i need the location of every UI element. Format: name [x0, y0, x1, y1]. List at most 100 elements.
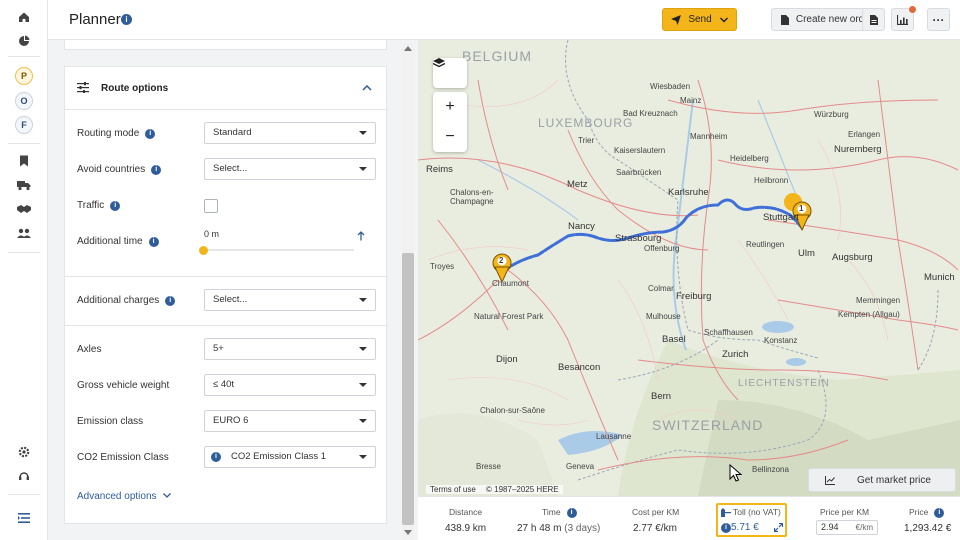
additional-time-slider-track[interactable]	[204, 249, 354, 251]
additional-time-slider-handle[interactable]	[199, 246, 208, 255]
get-market-price-label: Get market price	[857, 474, 931, 486]
additional-time-value: 0 m	[204, 229, 220, 239]
co2-class-select[interactable]: i CO2 Emission Class 1	[204, 446, 376, 468]
rail-item-o[interactable]: O	[15, 92, 33, 110]
place-label: Munich	[924, 272, 955, 283]
info-icon[interactable]: i	[148, 237, 159, 247]
info-icon[interactable]: i	[165, 296, 176, 306]
place-label: Troyes	[430, 262, 455, 271]
emission-class-label: Emission class	[77, 416, 144, 427]
place-label: Heidelberg	[730, 154, 769, 163]
place-label: Konstanz	[764, 336, 798, 345]
route-options-card: Route options Routing mode i Standard Avo…	[64, 66, 388, 524]
place-label: Bresse	[476, 462, 501, 471]
place-label: Bad Kreuznach	[623, 109, 678, 118]
additional-charges-select[interactable]: Select...	[204, 289, 376, 311]
place-label: Reims	[426, 164, 453, 175]
settings-gear-icon[interactable]	[14, 442, 34, 462]
place-label: Wiesbaden	[650, 82, 691, 91]
terms-of-use-link[interactable]: Terms of use	[430, 485, 476, 494]
analytics-button[interactable]	[891, 6, 916, 31]
send-button[interactable]: Send	[662, 8, 737, 31]
info-icon: i	[211, 452, 221, 462]
chevron-down-icon	[719, 16, 728, 23]
routing-mode-select[interactable]: Standard	[204, 122, 376, 144]
traffic-checkbox[interactable]	[204, 199, 218, 213]
home-icon[interactable]	[14, 7, 34, 27]
place-label: Kempten (Allgau)	[838, 310, 900, 319]
co2-class-label: CO2 Emission Class	[77, 452, 169, 463]
avoid-countries-label: Avoid countries i	[77, 164, 162, 175]
place-label: Besancon	[558, 362, 601, 373]
export-pdf-button[interactable]	[862, 8, 885, 31]
map-zoom-control: + −	[433, 92, 467, 152]
place-label: Dijon	[496, 354, 518, 365]
cost-per-km-label: Cost per KM	[632, 507, 680, 517]
mouse-cursor-icon	[729, 464, 743, 482]
scroll-down-arrow-icon[interactable]	[404, 530, 412, 535]
place-label: Nuremberg	[834, 144, 882, 155]
toll-box[interactable]: Toll (no VAT) i 5.71 €	[716, 503, 787, 537]
place-label: Kaiserslautern	[614, 146, 666, 155]
expand-icon[interactable]	[774, 523, 783, 532]
price-label: Price i	[909, 507, 945, 518]
zoom-in-button[interactable]: +	[433, 92, 467, 122]
more-options-button[interactable]: ···	[927, 8, 950, 31]
caret-down-icon	[359, 347, 367, 351]
country-label: BELGIUM	[462, 48, 533, 64]
info-icon[interactable]: i	[566, 508, 577, 518]
additional-charges-label: Additional charges i	[77, 295, 176, 306]
dashboard-icon[interactable]	[14, 31, 34, 51]
get-market-price-button[interactable]: Get market price	[808, 468, 956, 492]
info-icon[interactable]: i	[934, 508, 945, 518]
layers-icon[interactable]	[433, 58, 467, 88]
bookmark-icon[interactable]	[14, 151, 34, 171]
info-icon[interactable]: i	[121, 14, 132, 25]
emission-class-value: EURO 6	[213, 415, 249, 426]
caret-down-icon	[359, 167, 367, 171]
zoom-out-button[interactable]: −	[433, 122, 467, 152]
place-label: Metz	[567, 179, 588, 190]
file-icon	[869, 14, 878, 25]
truck-icon[interactable]	[14, 175, 34, 195]
support-headset-icon[interactable]	[14, 466, 34, 486]
collapse-menu-icon[interactable]	[14, 508, 34, 528]
info-icon[interactable]: i	[151, 165, 162, 175]
place-label: Geneva	[566, 462, 595, 471]
handshake-icon[interactable]	[14, 199, 34, 219]
co2-class-value: CO2 Emission Class 1	[231, 451, 327, 462]
emission-class-select[interactable]: EURO 6	[204, 410, 376, 432]
place-label: Basel	[662, 334, 686, 345]
users-icon[interactable]	[14, 223, 34, 243]
place-label: Zurich	[722, 349, 749, 360]
price-per-km-input[interactable]: 2.94 €/km	[816, 520, 878, 535]
send-label: Send	[688, 14, 712, 25]
route-options-header[interactable]: Route options	[65, 67, 388, 109]
map-layers-control[interactable]	[433, 58, 467, 88]
rail-item-p[interactable]: P	[15, 67, 33, 85]
place-label: Trier	[578, 136, 595, 145]
gross-weight-select[interactable]: ≤ 40t	[204, 374, 376, 396]
route-options-title: Route options	[101, 83, 169, 94]
price-per-km-label: Price per KM	[820, 507, 870, 517]
info-icon[interactable]: i	[721, 523, 731, 533]
axles-select[interactable]: 5+	[204, 338, 376, 360]
info-icon[interactable]: i	[145, 129, 156, 139]
caret-down-icon	[359, 383, 367, 387]
caret-down-icon	[359, 419, 367, 423]
route-summary-bar: Distance 438.9 km Time i 27 h 48 m (3 day…	[418, 496, 960, 540]
advanced-options-link[interactable]: Advanced options	[77, 491, 172, 502]
arrow-up-icon[interactable]	[357, 231, 365, 241]
scroll-up-arrow-icon[interactable]	[404, 46, 412, 51]
advanced-options-label: Advanced options	[77, 491, 157, 502]
route-map[interactable]: 1 2 BELGIUM LUXEMBOURG SWITZERLAND LIECH…	[418, 40, 960, 496]
sliders-icon	[77, 82, 89, 93]
place-label: Mainz	[680, 96, 702, 105]
info-icon[interactable]: i	[110, 201, 121, 211]
avoid-countries-select[interactable]: Select...	[204, 158, 376, 180]
left-rail: P O F	[0, 0, 48, 540]
gross-weight-label: Gross vehicle weight	[77, 380, 170, 391]
rail-item-f[interactable]: F	[15, 116, 33, 134]
previous-section-card	[64, 40, 387, 50]
panel-scrollbar-thumb[interactable]	[402, 253, 414, 525]
